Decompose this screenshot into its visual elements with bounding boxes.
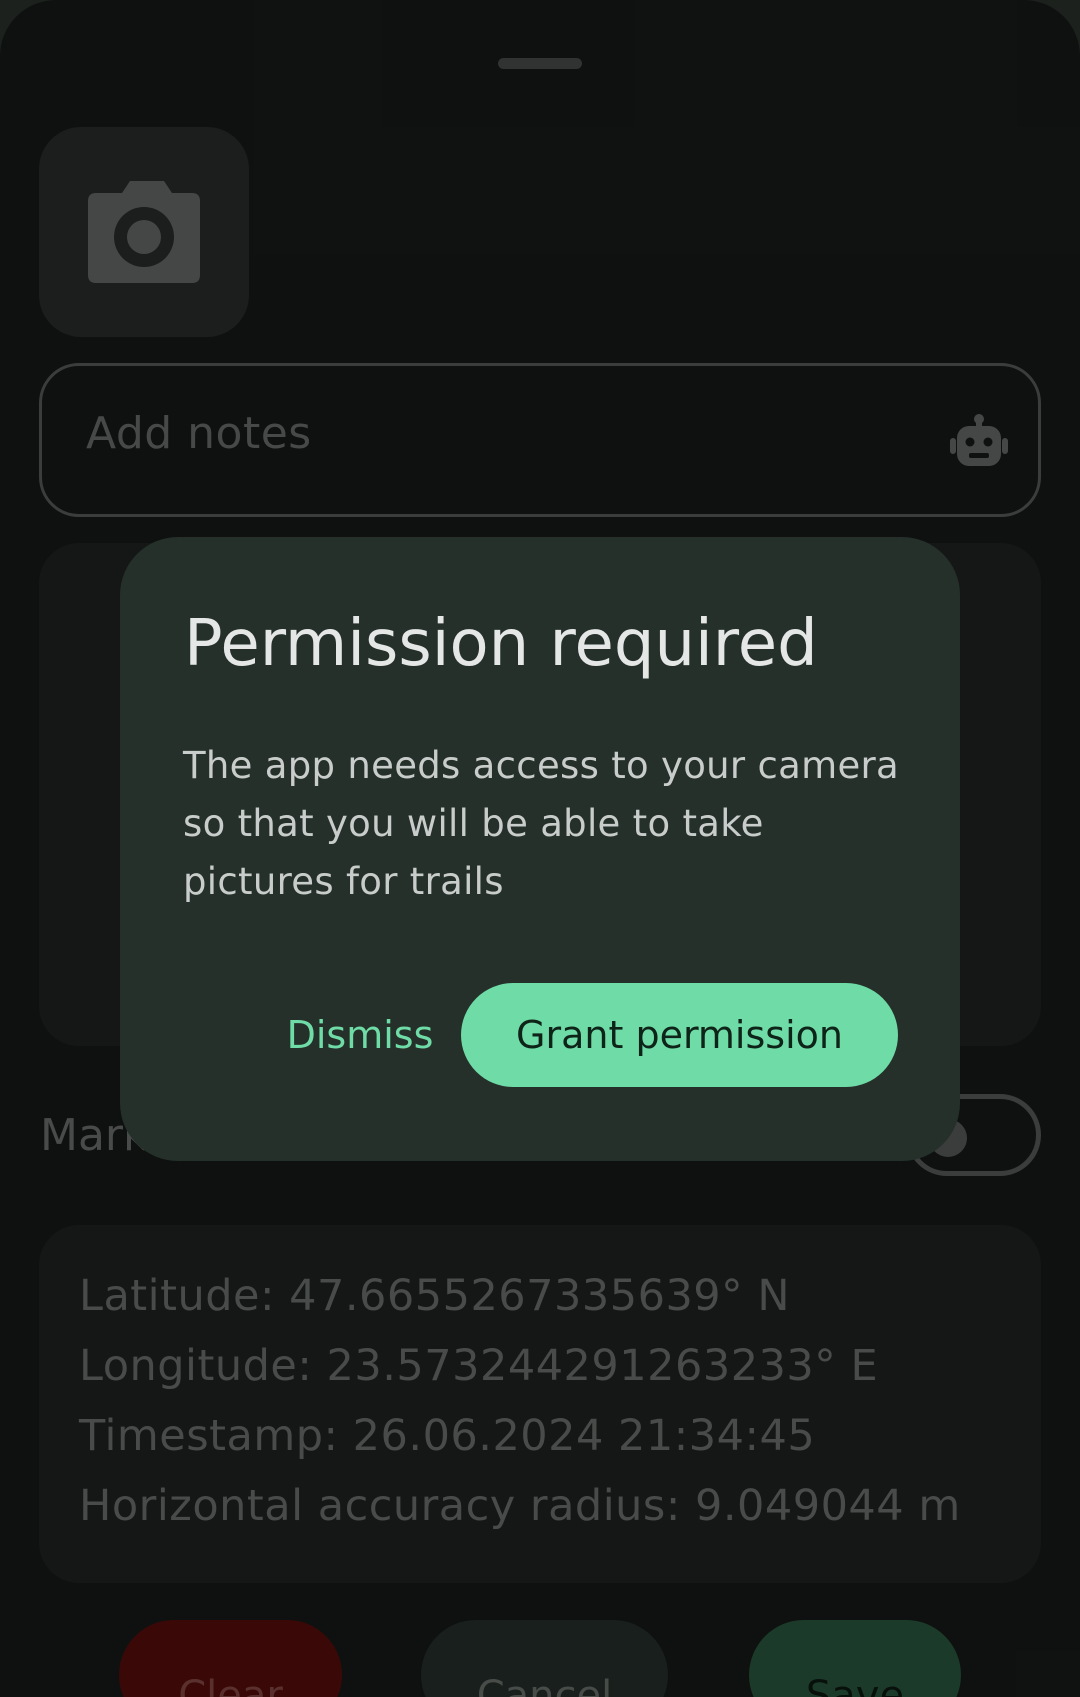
dismiss-button[interactable]: Dismiss <box>260 983 460 1087</box>
dialog-message: The app needs access to your camera so t… <box>183 744 899 903</box>
grant-permission-button[interactable]: Grant permission <box>461 983 898 1087</box>
dialog-title: Permission required <box>184 607 818 681</box>
permission-dialog: Permission required The app needs access… <box>120 537 960 1161</box>
